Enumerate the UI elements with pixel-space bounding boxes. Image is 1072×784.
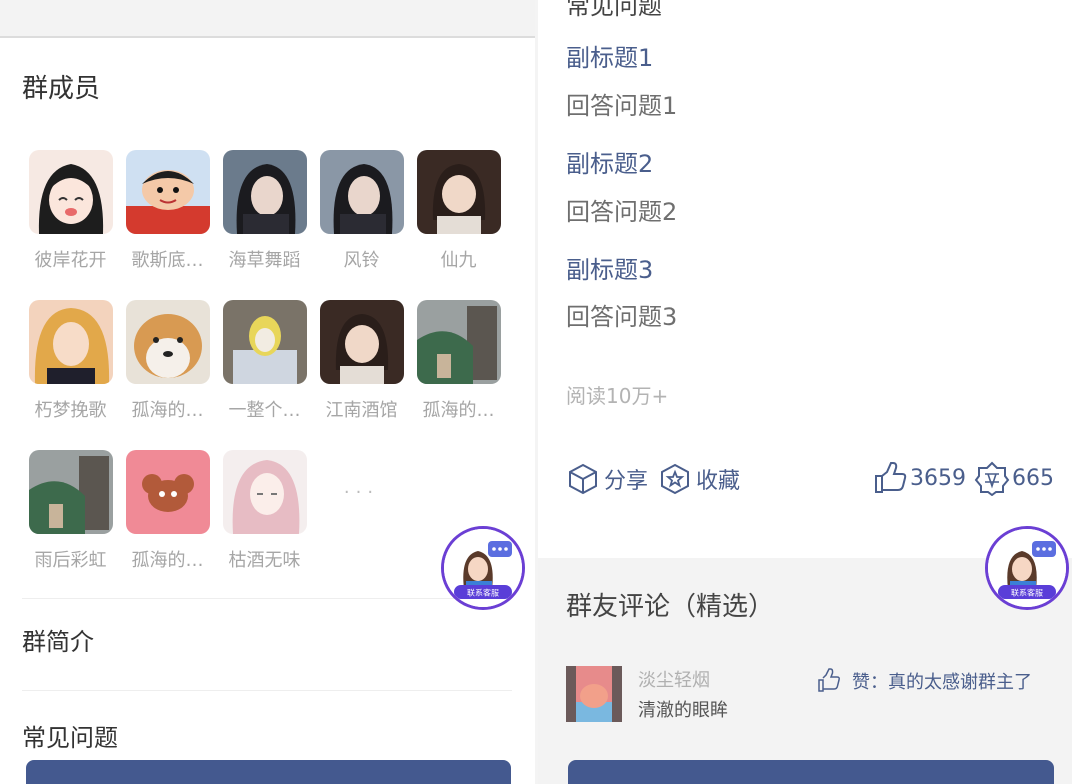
member-name: 枯酒无味: [228, 550, 301, 571]
share-cube-icon: [569, 463, 597, 495]
commenter-name: 淡尘轻烟: [638, 670, 710, 691]
faq-question[interactable]: 副标题3: [566, 250, 653, 285]
commenter-avatar[interactable]: [566, 666, 622, 722]
member-item[interactable]: 枯酒无味: [216, 450, 313, 600]
bottom-action-button[interactable]: [26, 760, 511, 784]
members-grid: 彼岸花开 歌斯底… 海草舞蹈 风铃 仙九 朽梦挽歌 孤海的… 一整个… 江南酒馆…: [22, 150, 522, 600]
more-members-dots[interactable]: ···: [313, 450, 410, 534]
member-name: 海草舞蹈: [228, 250, 301, 271]
like-count: 3659: [910, 465, 966, 491]
top-strip: [0, 0, 535, 38]
faq-answer: 回答问题1: [566, 92, 678, 120]
share-label: 分享: [604, 469, 649, 494]
member-row: 朽梦挽歌 孤海的… 一整个… 江南酒馆 孤海的…: [22, 300, 522, 450]
member-name: 孤海的…: [422, 400, 495, 421]
comment-like[interactable]: 赞：真的太感谢群主了: [816, 668, 1032, 694]
member-avatar[interactable]: [125, 150, 210, 234]
member-item[interactable]: 江南酒馆: [313, 300, 410, 450]
member-avatar[interactable]: [28, 300, 113, 384]
right-panel: 常见问题 副标题1 回答问题1 副标题2 回答问题2 副标题3 回答问题3 阅读…: [538, 0, 1072, 784]
page: 群成员 彼岸花开 歌斯底… 海草舞蹈 风铃 仙九 朽梦挽歌 孤海的… 一整个… …: [0, 0, 1072, 784]
member-name: 仙九: [440, 250, 477, 271]
member-avatar[interactable]: [416, 150, 501, 234]
member-avatar[interactable]: [222, 300, 307, 384]
member-name: 孤海的…: [131, 550, 204, 571]
customer-service-icon: 联系客服: [988, 529, 1066, 607]
member-item[interactable]: 彼岸花开: [22, 150, 119, 300]
member-item[interactable]: 歌斯底…: [119, 150, 216, 300]
member-avatar[interactable]: [28, 450, 113, 534]
member-name: 歌斯底…: [131, 250, 204, 271]
member-avatar[interactable]: [125, 450, 210, 534]
member-name: 雨后彩虹: [34, 550, 107, 571]
member-item[interactable]: 孤海的…: [410, 300, 507, 450]
like-button[interactable]: 3659: [872, 460, 966, 496]
member-avatar[interactable]: [416, 300, 501, 384]
divider: [22, 690, 512, 691]
comments-title: 群友评论（精选）: [566, 592, 775, 622]
faq-title[interactable]: 常见问题: [22, 718, 118, 753]
customer-service-button[interactable]: 联系客服: [441, 526, 525, 610]
faq-answer: 回答问题3: [566, 303, 678, 331]
divider: [22, 598, 512, 599]
member-name: 彼岸花开: [34, 250, 107, 271]
bottom-action-button[interactable]: [568, 760, 1054, 784]
svg-text:联系客服: 联系客服: [467, 588, 499, 598]
comment-item[interactable]: 淡尘轻烟 清澈的眼眸 赞：真的太感谢群主了: [566, 666, 1056, 726]
member-name: 江南酒馆: [325, 400, 398, 421]
member-item[interactable]: 一整个…: [216, 300, 313, 450]
member-avatar[interactable]: [319, 300, 404, 384]
share-button[interactable]: 分享: [566, 462, 648, 496]
left-panel: 群成员 彼岸花开 歌斯底… 海草舞蹈 风铃 仙九 朽梦挽歌 孤海的… 一整个… …: [0, 0, 535, 784]
intro-title[interactable]: 群简介: [22, 622, 94, 657]
member-item[interactable]: 海草舞蹈: [216, 150, 313, 300]
member-name: 风铃: [343, 250, 380, 271]
svg-text:联系客服: 联系客服: [1011, 588, 1043, 598]
member-avatar[interactable]: [28, 150, 113, 234]
reward-button[interactable]: 665: [974, 460, 1054, 496]
customer-service-icon: 联系客服: [444, 529, 522, 607]
action-bar: 分享 收藏: [566, 462, 750, 496]
collect-star-icon: [661, 463, 690, 495]
thumbs-up-icon: [818, 668, 840, 692]
customer-service-button[interactable]: 联系客服: [985, 526, 1069, 610]
member-item[interactable]: 孤海的…: [119, 450, 216, 600]
member-name: 孤海的…: [131, 400, 204, 421]
member-row: 彼岸花开 歌斯底… 海草舞蹈 风铃 仙九: [22, 150, 522, 300]
thumbs-up-icon: [875, 462, 907, 493]
comment-like-text: 赞：真的太感谢群主了: [852, 672, 1032, 693]
member-name: 一整个…: [228, 400, 301, 421]
member-item[interactable]: 风铃: [313, 150, 410, 300]
stats-bar: 3659 665: [864, 460, 1054, 496]
reward-count: 665: [1012, 465, 1054, 491]
faq-question[interactable]: 副标题1: [566, 38, 653, 73]
faq-title-partial: 常见问题: [566, 0, 662, 20]
member-avatar[interactable]: [319, 150, 404, 234]
member-item[interactable]: 孤海的…: [119, 300, 216, 450]
member-name: 朽梦挽歌: [34, 400, 107, 421]
more-members[interactable]: ···: [313, 450, 410, 600]
member-avatar[interactable]: [222, 150, 307, 234]
member-avatar[interactable]: [125, 300, 210, 384]
member-item[interactable]: 朽梦挽歌: [22, 300, 119, 450]
collect-label: 收藏: [696, 469, 741, 494]
member-item[interactable]: 雨后彩虹: [22, 450, 119, 600]
members-title: 群成员: [22, 74, 101, 104]
member-item[interactable]: 仙九: [410, 150, 507, 300]
collect-button[interactable]: 收藏: [658, 462, 740, 496]
read-count: 阅读10万+: [566, 384, 669, 408]
comment-text: 清澈的眼眸: [638, 700, 728, 721]
faq-answer: 回答问题2: [566, 198, 678, 226]
gem-icon: [974, 461, 1010, 496]
faq-question[interactable]: 副标题2: [566, 144, 653, 179]
member-avatar[interactable]: [222, 450, 307, 534]
